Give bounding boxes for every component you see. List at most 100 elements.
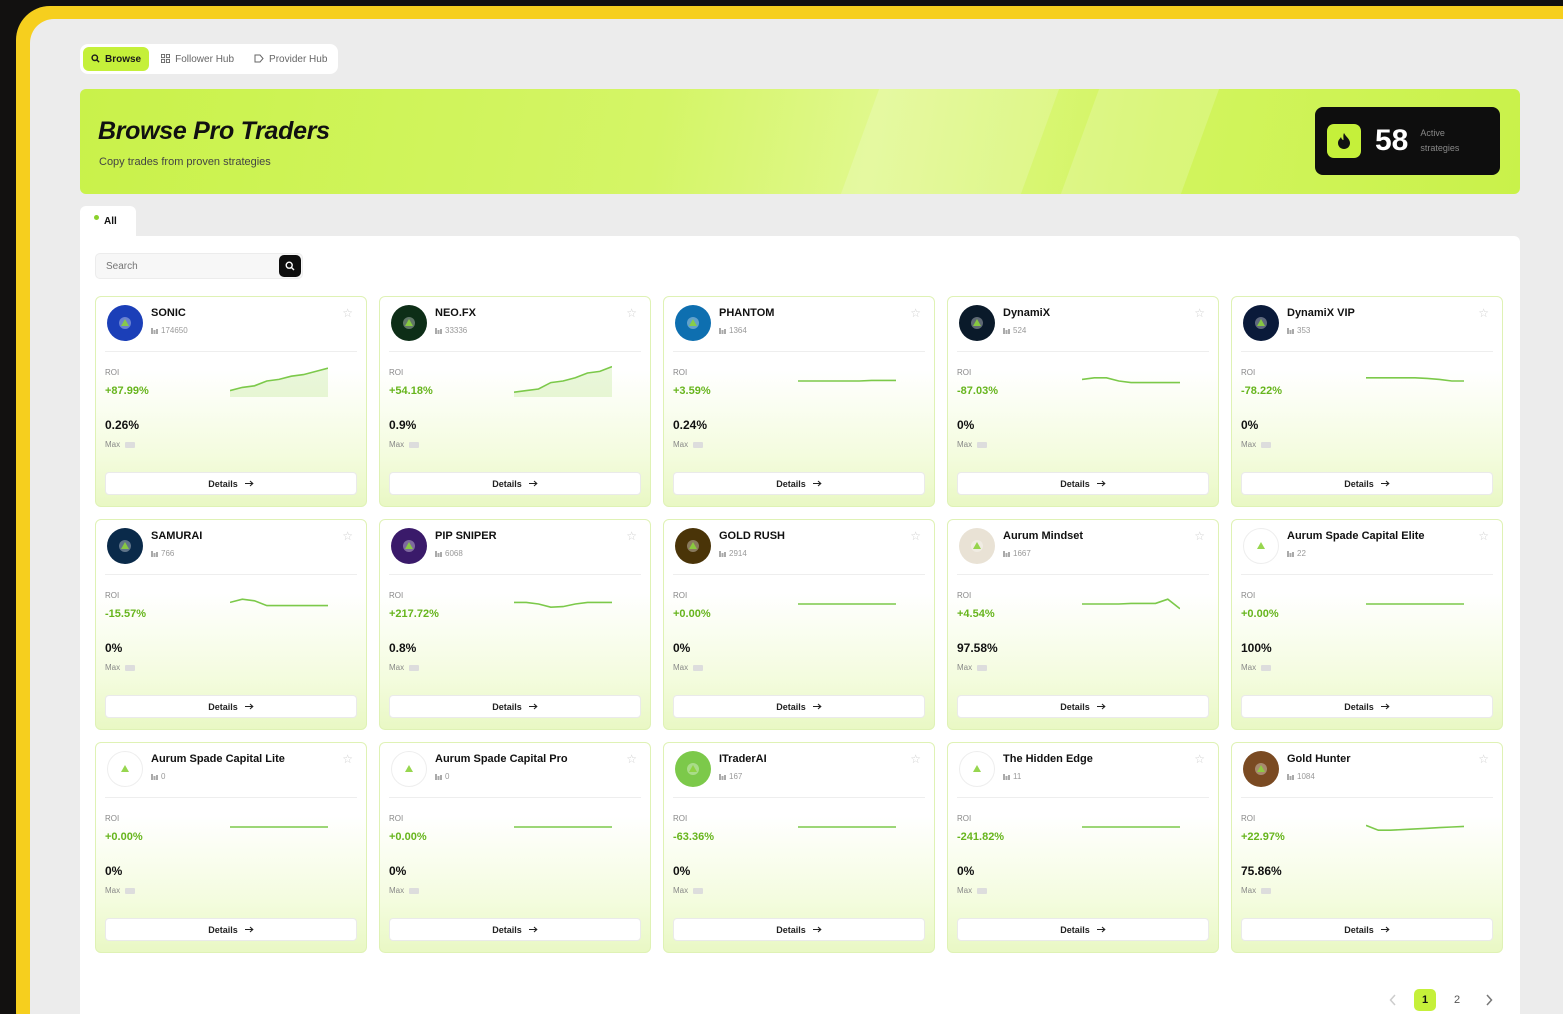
favorite-star-icon[interactable]: ☆ (342, 529, 353, 543)
search-icon (91, 53, 100, 65)
page-button-1[interactable]: 1 (1414, 989, 1436, 1011)
avatar-logo-icon (403, 540, 415, 552)
trader-card[interactable]: SONIC 174650 ☆ ROI +87.99% 0.26% Max Det… (95, 296, 367, 507)
trader-card[interactable]: The Hidden Edge 11 ☆ ROI -241.82% 0% Max… (947, 742, 1219, 953)
roi-label: ROI (105, 814, 120, 823)
details-button[interactable]: Details (105, 472, 357, 495)
details-button[interactable]: Details (1241, 918, 1493, 941)
trader-card[interactable]: DynamiX 524 ☆ ROI -87.03% 0% Max Details (947, 296, 1219, 507)
roi-label: ROI (389, 368, 404, 377)
followers-icon (151, 773, 158, 780)
card-divider (1241, 351, 1493, 352)
favorite-star-icon[interactable]: ☆ (1194, 306, 1205, 320)
trader-card[interactable]: PHANTOM 1364 ☆ ROI +3.59% 0.24% Max Deta… (663, 296, 935, 507)
roi-value: -78.22% (1241, 385, 1282, 397)
roi-value: +0.00% (105, 831, 143, 843)
favorite-star-icon[interactable]: ☆ (910, 306, 921, 320)
max-label: Max (389, 886, 420, 895)
details-button[interactable]: Details (105, 918, 357, 941)
favorite-star-icon[interactable]: ☆ (1478, 529, 1489, 543)
max-drawdown-value: 0% (105, 864, 123, 878)
max-tag-icon (693, 664, 704, 671)
next-page-button[interactable] (1478, 989, 1500, 1011)
details-button[interactable]: Details (1241, 695, 1493, 718)
favorite-star-icon[interactable]: ☆ (626, 752, 637, 766)
details-button[interactable]: Details (389, 695, 641, 718)
roi-label: ROI (1241, 368, 1256, 377)
favorite-star-icon[interactable]: ☆ (626, 306, 637, 320)
trader-card[interactable]: GOLD RUSH 2914 ☆ ROI +0.00% 0% Max Detai… (663, 519, 935, 730)
nav-tab-provider-hub[interactable]: Provider Hub (246, 47, 335, 71)
details-button[interactable]: Details (673, 695, 925, 718)
trader-card[interactable]: SAMURAI 766 ☆ ROI -15.57% 0% Max Details (95, 519, 367, 730)
followers-icon (1003, 773, 1010, 780)
trader-card[interactable]: Aurum Mindset 1667 ☆ ROI +4.54% 97.58% M… (947, 519, 1219, 730)
favorite-star-icon[interactable]: ☆ (1194, 752, 1205, 766)
favorite-star-icon[interactable]: ☆ (1478, 752, 1489, 766)
trader-avatar (675, 528, 711, 564)
avatar-logo-icon (119, 763, 131, 775)
trader-id: 0 (151, 772, 165, 781)
sparkline-line (514, 601, 612, 609)
hero-decoration (1060, 89, 1220, 194)
arrow-right-icon (1380, 703, 1390, 710)
trader-avatar (1243, 528, 1279, 564)
prev-page-button[interactable] (1382, 989, 1404, 1011)
search-input[interactable] (95, 253, 303, 279)
max-label: Max (957, 440, 988, 449)
details-label: Details (1060, 478, 1090, 489)
arrow-right-icon (244, 480, 254, 487)
trader-card[interactable]: DynamiX VIP 353 ☆ ROI -78.22% 0% Max Det… (1231, 296, 1503, 507)
favorite-star-icon[interactable]: ☆ (342, 752, 353, 766)
details-button[interactable]: Details (957, 695, 1209, 718)
nav-tab-browse[interactable]: Browse (83, 47, 150, 71)
sparkline-line (1366, 824, 1464, 832)
details-button[interactable]: Details (1241, 472, 1493, 495)
trader-card[interactable]: Aurum Spade Capital Pro 0 ☆ ROI +0.00% 0… (379, 742, 651, 953)
trader-card[interactable]: ITraderAI 167 ☆ ROI -63.36% 0% Max Detai… (663, 742, 935, 953)
favorite-star-icon[interactable]: ☆ (910, 752, 921, 766)
trader-id: 1084 (1287, 772, 1315, 781)
trader-avatar (107, 751, 143, 787)
roi-sparkline (1366, 824, 1464, 832)
nav-tab-follower-hub[interactable]: Follower Hub (153, 47, 242, 71)
trader-name: Gold Hunter (1287, 753, 1351, 765)
filter-tab-all[interactable]: All (80, 206, 136, 236)
trader-name: ITraderAI (719, 753, 767, 765)
card-divider (957, 797, 1209, 798)
roi-sparkline (514, 826, 612, 828)
favorite-star-icon[interactable]: ☆ (1194, 529, 1205, 543)
max-tag-icon (409, 664, 420, 671)
trader-card[interactable]: Gold Hunter 1084 ☆ ROI +22.97% 75.86% Ma… (1231, 742, 1503, 953)
favorite-star-icon[interactable]: ☆ (910, 529, 921, 543)
trader-card[interactable]: Aurum Spade Capital Elite 22 ☆ ROI +0.00… (1231, 519, 1503, 730)
roi-sparkline (230, 367, 328, 397)
max-tag-icon (409, 887, 420, 894)
arrow-right-icon (1096, 480, 1106, 487)
trader-card[interactable]: PIP SNIPER 6068 ☆ ROI +217.72% 0.8% Max … (379, 519, 651, 730)
favorite-star-icon[interactable]: ☆ (1478, 306, 1489, 320)
details-button[interactable]: Details (957, 472, 1209, 495)
max-label: Max (389, 663, 420, 672)
details-button[interactable]: Details (389, 918, 641, 941)
details-button[interactable]: Details (105, 695, 357, 718)
details-button[interactable]: Details (957, 918, 1209, 941)
trader-id: 1364 (719, 326, 747, 335)
card-divider (389, 351, 641, 352)
max-drawdown-value: 97.58% (957, 641, 998, 655)
chevron-right-icon (1486, 994, 1493, 1006)
search-button[interactable] (279, 255, 301, 277)
trader-card[interactable]: Aurum Spade Capital Lite 0 ☆ ROI +0.00% … (95, 742, 367, 953)
max-drawdown-value: 0% (673, 641, 691, 655)
max-tag-icon (977, 664, 988, 671)
details-button[interactable]: Details (673, 472, 925, 495)
trader-card[interactable]: NEO.FX 33336 ☆ ROI +54.18% 0.9% Max Deta… (379, 296, 651, 507)
favorite-star-icon[interactable]: ☆ (626, 529, 637, 543)
max-label: Max (1241, 663, 1272, 672)
details-label: Details (492, 701, 522, 712)
details-label: Details (1060, 701, 1090, 712)
favorite-star-icon[interactable]: ☆ (342, 306, 353, 320)
details-button[interactable]: Details (673, 918, 925, 941)
details-button[interactable]: Details (389, 472, 641, 495)
page-button-2[interactable]: 2 (1446, 989, 1468, 1011)
